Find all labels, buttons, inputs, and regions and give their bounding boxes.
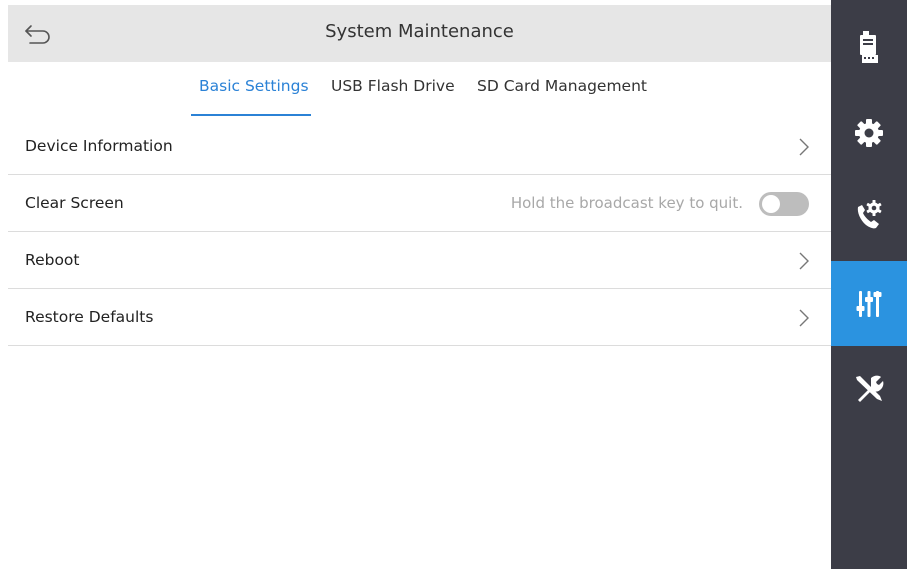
row-label: Restore Defaults (25, 308, 154, 326)
page-title: System Maintenance (325, 21, 514, 42)
active-tab-indicator (191, 114, 311, 116)
call-settings-icon (857, 199, 882, 228)
sidebar-item-settings[interactable] (831, 104, 907, 161)
sidebar (831, 0, 907, 569)
row-label: Clear Screen (25, 194, 124, 212)
tab-usb-flash-drive[interactable]: USB Flash Drive (331, 77, 455, 95)
tools-icon (856, 375, 884, 402)
clear-screen-hint: Hold the broadcast key to quit. (510, 194, 743, 212)
sliders-icon (856, 290, 882, 317)
sidebar-item-intercom[interactable] (831, 18, 907, 75)
chevron-right-icon (799, 252, 809, 270)
sidebar-item-call-settings[interactable] (831, 186, 907, 243)
row-reboot[interactable]: Reboot (8, 232, 831, 289)
tab-basic-settings[interactable]: Basic Settings (199, 77, 309, 95)
title-bar: System Maintenance (8, 5, 831, 62)
row-label: Reboot (25, 251, 80, 269)
row-clear-screen: Clear Screen Hold the broadcast key to q… (8, 175, 831, 232)
row-device-information[interactable]: Device Information (8, 118, 831, 175)
main-panel: System Maintenance Basic Settings USB Fl… (0, 0, 831, 569)
toggle-knob (762, 195, 780, 213)
gear-icon (855, 118, 883, 147)
clear-screen-toggle[interactable] (759, 192, 809, 216)
row-label: Device Information (25, 137, 173, 155)
row-restore-defaults[interactable]: Restore Defaults (8, 289, 831, 346)
sidebar-item-maintenance[interactable] (831, 261, 907, 346)
sidebar-item-tools[interactable] (831, 360, 907, 417)
tab-bar: Basic Settings USB Flash Drive SD Card M… (0, 62, 831, 117)
tab-sd-card-management[interactable]: SD Card Management (477, 77, 647, 95)
intercom-device-icon (860, 30, 878, 63)
chevron-right-icon (799, 309, 809, 327)
chevron-right-icon (799, 138, 809, 156)
